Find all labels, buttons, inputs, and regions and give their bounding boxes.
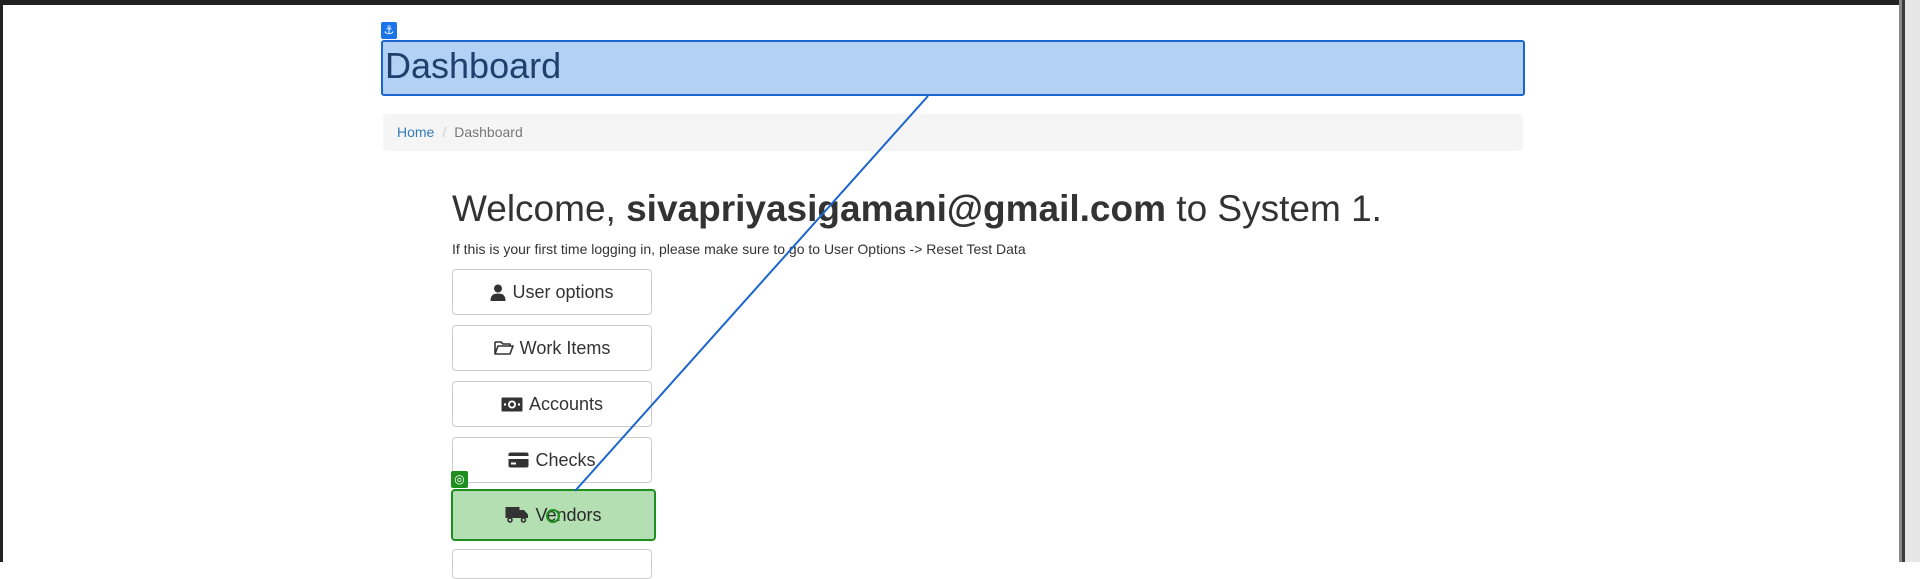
breadcrumb-current: Dashboard bbox=[454, 124, 523, 140]
user-options-button[interactable]: User options bbox=[452, 269, 652, 315]
money-bill-icon bbox=[501, 397, 523, 412]
welcome-heading: Welcome, sivapriyasigamani@gmail.com to … bbox=[452, 186, 1382, 232]
welcome-prefix: Welcome, bbox=[452, 188, 627, 229]
next-menu-button-partial[interactable] bbox=[452, 549, 652, 579]
window-frame-left bbox=[0, 0, 3, 562]
first-login-hint: If this is your first time logging in, p… bbox=[452, 241, 1026, 257]
folder-open-icon bbox=[493, 340, 514, 356]
breadcrumb-separator: / bbox=[442, 124, 447, 140]
breadcrumb: Home / Dashboard bbox=[383, 114, 1523, 151]
page-title: Dashboard bbox=[385, 45, 562, 86]
user-options-label: User options bbox=[512, 281, 614, 302]
checks-label: Checks bbox=[535, 449, 596, 470]
welcome-email: sivapriyasigamani@gmail.com bbox=[626, 188, 1167, 229]
credit-card-icon bbox=[508, 452, 529, 468]
window-frame-top bbox=[0, 0, 1905, 5]
target-icon: ◎ bbox=[451, 471, 468, 488]
work-items-label: Work Items bbox=[519, 337, 611, 358]
vendors-label: Vendors bbox=[535, 504, 602, 525]
truck-icon bbox=[505, 506, 529, 524]
welcome-suffix: to System 1. bbox=[1166, 188, 1382, 229]
accounts-label: Accounts bbox=[528, 393, 604, 414]
work-items-button[interactable]: Work Items bbox=[452, 325, 652, 371]
breadcrumb-home-link[interactable]: Home bbox=[397, 124, 434, 140]
window-frame-right bbox=[1902, 0, 1920, 562]
anchor-icon: ⚓ bbox=[381, 22, 397, 39]
checks-button[interactable]: Checks bbox=[452, 437, 652, 483]
accounts-button[interactable]: Accounts bbox=[452, 381, 652, 427]
page-header-highlight: Dashboard bbox=[381, 40, 1525, 96]
user-icon bbox=[490, 284, 506, 301]
vendors-button[interactable]: Vendors bbox=[451, 489, 656, 541]
